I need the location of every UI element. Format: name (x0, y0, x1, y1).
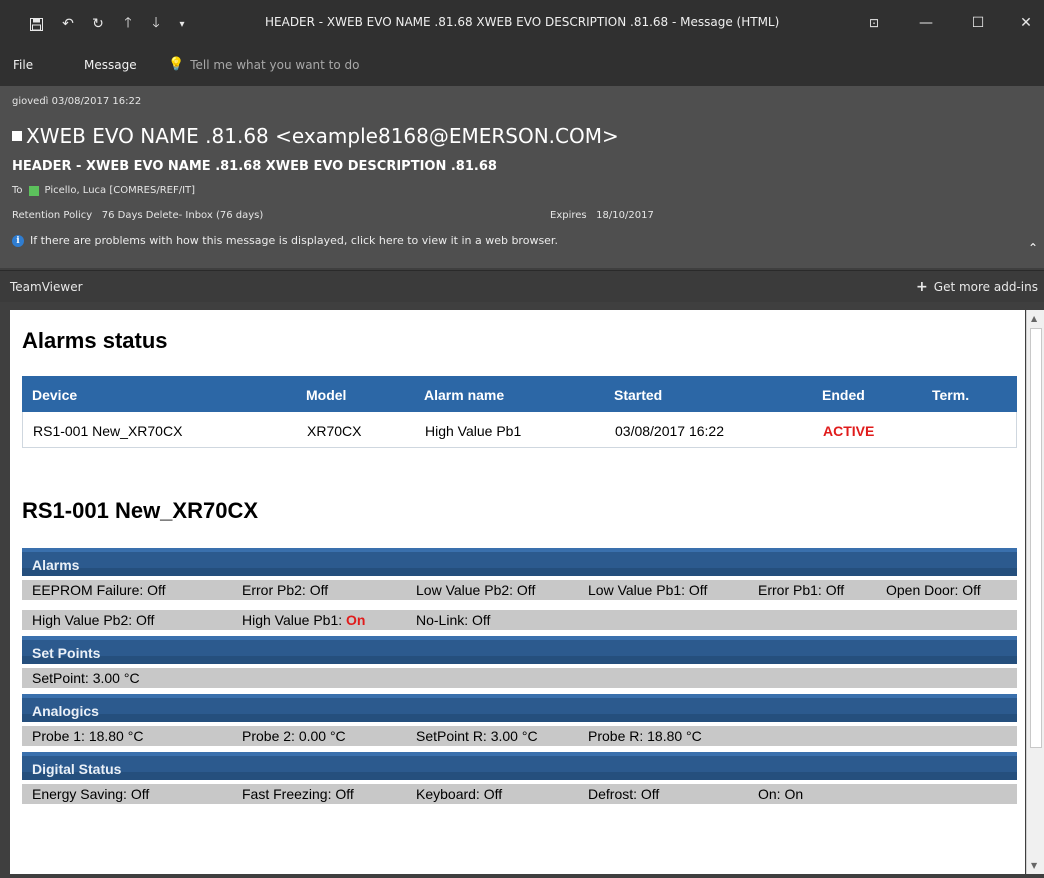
window-title: HEADER - XWEB EVO NAME .81.68 XWEB EVO D… (265, 15, 780, 29)
cell-model: XR70CX (307, 423, 362, 439)
list-item: High Value Pb2: Off High Value Pb1: On N… (22, 610, 1017, 630)
status-value: Probe 1: 18.80 °C (32, 728, 144, 744)
column-header: Model (306, 387, 347, 403)
tab-file[interactable]: File (13, 58, 33, 72)
plus-icon: + (916, 279, 928, 295)
section-band-set-points: Set Points (22, 636, 1017, 664)
status-value: SetPoint: 3.00 °C (32, 670, 140, 686)
status-value: High Value Pb1: On (242, 612, 365, 628)
info-icon: i (12, 234, 24, 247)
retention-label: Retention Policy (12, 210, 93, 221)
section-band-analogics: Analogics (22, 694, 1017, 722)
section-title: Analogics (32, 703, 99, 719)
section-title: Digital Status (32, 761, 122, 777)
expires: Expires 18/10/2017 (550, 210, 654, 221)
status-value: Energy Saving: Off (32, 786, 150, 802)
section-title: Alarms (32, 557, 80, 573)
section-title: Set Points (32, 645, 101, 661)
recipient-name[interactable]: Picello, Luca [COMRES/REF/IT] (45, 185, 196, 196)
scroll-down-icon[interactable]: ▼ (1031, 861, 1037, 870)
addin-bar: TeamViewer + Get more add-ins (0, 270, 1044, 302)
status-value: High Value Pb2: Off (32, 612, 155, 628)
addin-teamviewer[interactable]: TeamViewer (10, 280, 83, 294)
status-value: SetPoint R: 3.00 °C (416, 728, 538, 744)
next-item-icon[interactable]: 🡓 (144, 14, 168, 34)
maximize-button[interactable]: ☐ (956, 8, 1000, 38)
status-value: On: On (758, 786, 804, 802)
column-header: Ended (822, 387, 865, 403)
view-in-browser-infobar[interactable]: i If there are problems with how this me… (12, 234, 558, 247)
list-item: Energy Saving: Off Fast Freezing: Off Ke… (22, 784, 1017, 804)
list-item: EEPROM Failure: Off Error Pb2: Off Low V… (22, 580, 1017, 600)
tell-me-text: Tell me what you want to do (190, 57, 360, 72)
retention-value: 76 Days Delete- Inbox (76 days) (101, 210, 264, 221)
title-bar: ↶ ↻ 🡑 🡓 ▾ HEADER - XWEB EVO NAME .81.68 … (0, 0, 1044, 46)
column-header: Started (614, 387, 663, 403)
previous-item-icon[interactable]: 🡑 (116, 14, 140, 34)
section-band-digital-status: Digital Status (22, 752, 1017, 780)
ribbon-display-options-icon[interactable]: ⊡ (852, 8, 896, 38)
status-value: Keyboard: Off (416, 786, 503, 802)
message-subject: HEADER - XWEB EVO NAME .81.68 XWEB EVO D… (12, 159, 497, 174)
ribbon-tabs: File Message 💡 Tell me what you want to … (0, 46, 1044, 86)
retention-policy: Retention Policy 76 Days Delete- Inbox (… (12, 210, 263, 221)
cell-device: RS1-001 New_XR70CX (33, 423, 183, 439)
status-value: Low Value Pb1: Off (588, 582, 708, 598)
device-heading: RS1-001 New_XR70CX (22, 498, 259, 523)
lightbulb-icon: 💡 (168, 57, 185, 72)
list-item: Probe 1: 18.80 °C Probe 2: 0.00 °C SetPo… (22, 726, 1017, 746)
recipients: To Picello, Luca [COMRES/REF/IT] (12, 185, 195, 196)
to-label: To (12, 185, 23, 196)
scroll-up-icon[interactable]: ▲ (1031, 314, 1037, 323)
status-value: EEPROM Failure: Off (32, 582, 166, 598)
recipient-presence-icon (28, 185, 39, 196)
sender[interactable]: XWEB EVO NAME .81.68 <example8168@EMERSO… (12, 124, 619, 148)
sender-text: XWEB EVO NAME .81.68 <example8168@EMERSO… (26, 124, 619, 148)
customize-toolbar-icon[interactable]: ▾ (170, 14, 194, 34)
status-value: Fast Freezing: Off (242, 786, 354, 802)
save-icon[interactable] (24, 14, 48, 34)
tab-message[interactable]: Message (84, 58, 137, 72)
redo-icon[interactable]: ↻ (86, 14, 110, 34)
tell-me-search[interactable]: 💡 Tell me what you want to do (168, 57, 360, 72)
column-header: Alarm name (424, 387, 505, 403)
status-value: Open Door: Off (886, 582, 981, 598)
list-item: SetPoint: 3.00 °C (22, 668, 1017, 688)
status-value: Defrost: Off (588, 786, 660, 802)
status-value: Error Pb2: Off (242, 582, 329, 598)
sender-presence-icon (12, 131, 22, 141)
status-value: Error Pb1: Off (758, 582, 845, 598)
undo-icon[interactable]: ↶ (56, 14, 80, 34)
expires-label: Expires (550, 210, 587, 221)
table-header-row: Device Model Alarm name Started Ended Te… (22, 376, 1017, 412)
cell-ended: ACTIVE (823, 423, 875, 439)
message-body: Alarms status Device Model Alarm name St… (10, 310, 1025, 874)
message-header: giovedì 03/08/2017 16:22 XWEB EVO NAME .… (0, 86, 1044, 268)
get-more-addins-button[interactable]: + Get more add-ins (916, 279, 1038, 295)
sent-date: giovedì 03/08/2017 16:22 (12, 96, 142, 107)
infobar-text: If there are problems with how this mess… (30, 234, 558, 247)
column-header: Term. (932, 387, 970, 403)
status-value: No-Link: Off (416, 612, 491, 628)
get-more-addins-label: Get more add-ins (933, 280, 1038, 294)
status-on-value: On (346, 612, 366, 628)
status-value: Low Value Pb2: Off (416, 582, 536, 598)
table-row: RS1-001 New_XR70CX XR70CX High Value Pb1… (22, 412, 1017, 448)
status-value: Probe R: 18.80 °C (588, 728, 702, 744)
collapse-header-icon[interactable]: ⌃ (1028, 241, 1038, 255)
expires-value: 18/10/2017 (596, 210, 654, 221)
vertical-scrollbar[interactable]: ▲ ▼ (1026, 310, 1044, 874)
minimize-button[interactable]: — (904, 8, 948, 38)
section-band-alarms: Alarms (22, 548, 1017, 576)
cell-started: 03/08/2017 16:22 (615, 423, 724, 439)
column-header: Device (32, 387, 78, 403)
alarms-status-table: Device Model Alarm name Started Ended Te… (22, 376, 1017, 448)
cell-alarm-name: High Value Pb1 (425, 423, 522, 439)
scrollbar-thumb[interactable] (1030, 328, 1042, 748)
close-button[interactable]: ✕ (1004, 8, 1044, 38)
status-value: Probe 2: 0.00 °C (242, 728, 346, 744)
device-details: Alarms EEPROM Failure: Off Error Pb2: Of… (22, 548, 1017, 804)
alarms-status-heading: Alarms status (22, 328, 168, 353)
status-label: High Value Pb1: (242, 612, 347, 628)
